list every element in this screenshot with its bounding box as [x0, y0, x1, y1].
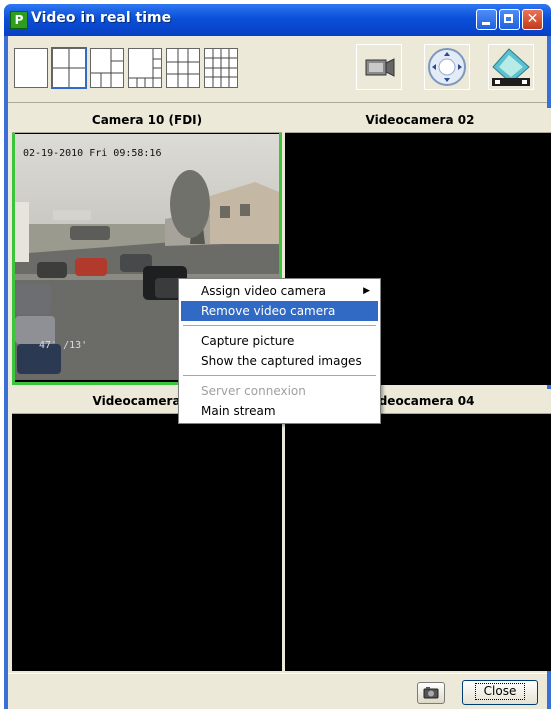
layout-3x3-button[interactable]	[166, 48, 200, 88]
camera-pane-3[interactable]: Videocamera 03	[12, 389, 282, 671]
menu-item-remove-video-camera[interactable]: Remove video camera	[181, 301, 378, 321]
close-icon: ✕	[526, 11, 539, 27]
camera-feed-empty[interactable]	[12, 414, 282, 671]
menu-separator	[183, 375, 376, 376]
layout-4x4-icon	[205, 49, 237, 87]
camera-settings-button[interactable]	[356, 44, 402, 90]
pane-title: Camera 10 (FDI)	[12, 108, 282, 133]
camera-pane-4[interactable]: Videocamera 04	[285, 389, 551, 671]
layout-1-plus-7-icon	[129, 49, 161, 87]
video-playback-button[interactable]	[488, 44, 534, 90]
close-button-label: Close	[474, 683, 526, 700]
menu-item-main-stream[interactable]: Main stream	[181, 401, 378, 421]
close-window-button[interactable]: ✕	[522, 9, 543, 30]
menu-item-label: Remove video camera	[201, 304, 336, 318]
layout-4x4-button[interactable]	[204, 48, 238, 88]
layout-2x2-icon	[53, 49, 85, 87]
camera-snapshot-icon	[423, 687, 439, 699]
footer-bar: Close	[8, 673, 547, 709]
layout-1x1-icon	[15, 49, 47, 87]
submenu-arrow-icon: ▶	[363, 286, 370, 296]
menu-item-show-captured-images[interactable]: Show the captured images	[181, 351, 378, 371]
camera-ptz-readout: 47' /13'	[39, 340, 88, 351]
maximize-icon	[504, 14, 513, 23]
layout-1-plus-5-button[interactable]	[90, 48, 124, 88]
layout-1x1-button[interactable]	[14, 48, 48, 88]
menu-item-capture-picture[interactable]: Capture picture	[181, 331, 378, 351]
menu-item-label: Capture picture	[201, 334, 295, 348]
pane-title: Videocamera 02	[285, 108, 551, 133]
title-bar[interactable]: P Video in real time ✕	[4, 4, 551, 36]
menu-item-label: Assign video camera	[201, 284, 326, 298]
minimize-icon	[482, 22, 490, 25]
menu-item-assign-video-camera[interactable]: Assign video camera ▶	[181, 281, 378, 301]
minimize-button[interactable]	[476, 9, 497, 30]
close-button[interactable]: Close	[462, 680, 538, 705]
maximize-button[interactable]	[499, 9, 520, 30]
window-title: Video in real time	[31, 10, 172, 26]
layout-2x2-button[interactable]	[51, 47, 87, 89]
layout-1-plus-5-icon	[91, 49, 123, 87]
menu-item-label: Show the captured images	[201, 354, 362, 368]
menu-item-label: Server connexion	[201, 384, 306, 398]
context-menu: Assign video camera ▶ Remove video camer…	[178, 278, 381, 424]
camera-icon	[365, 58, 395, 77]
menu-separator	[183, 325, 376, 326]
app-icon: P	[10, 11, 28, 29]
layout-3x3-icon	[167, 49, 199, 87]
ptz-control-icon	[428, 48, 466, 86]
camera-timestamp: 02-19-2010 Fri 09:58:16	[23, 148, 162, 159]
video-playback-icon	[492, 48, 530, 86]
camera-feed-empty[interactable]	[285, 414, 551, 671]
menu-item-label: Main stream	[201, 404, 276, 418]
toolbar	[8, 36, 547, 103]
ptz-control-button[interactable]	[424, 44, 470, 90]
menu-item-server-connexion: Server connexion	[181, 381, 378, 401]
snapshot-button[interactable]	[417, 682, 445, 704]
layout-1-plus-7-button[interactable]	[128, 48, 162, 88]
